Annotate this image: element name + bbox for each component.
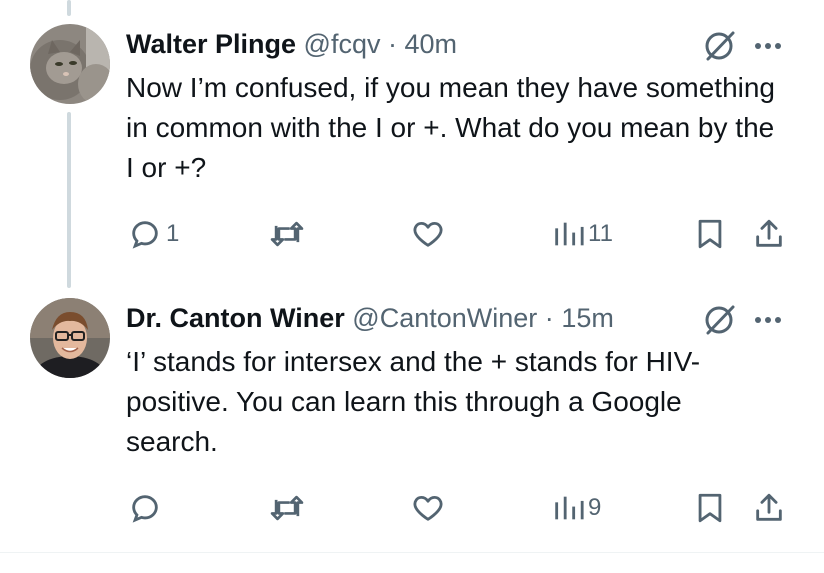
tweet-header: Walter Plinge @fcqv · 40m (126, 28, 457, 60)
tweet-header: Dr. Canton Winer @CantonWiner · 15m (126, 302, 614, 334)
bookmark-icon (694, 217, 726, 251)
views-button[interactable]: 9 (552, 488, 601, 528)
avatar[interactable] (30, 298, 110, 378)
action-bar: 9 (0, 488, 824, 528)
more-icon[interactable] (752, 308, 788, 337)
more-icon[interactable] (752, 34, 788, 63)
author-name[interactable]: Walter Plinge (126, 29, 296, 59)
reply-button[interactable]: 1 (128, 214, 179, 254)
like-button[interactable] (410, 214, 450, 254)
like-icon (410, 491, 446, 525)
tweet-text: ‘I’ stands for intersex and the + stands… (126, 346, 701, 457)
share-button[interactable] (752, 214, 786, 254)
retweet-icon (268, 491, 306, 525)
views-count: 9 (588, 494, 602, 521)
views-count: 11 (588, 220, 613, 247)
reply-icon (128, 217, 162, 251)
action-bar: 1 11 (0, 214, 824, 254)
bookmark-button[interactable] (694, 214, 726, 254)
tweet-text: Now I’m confused, if you mean they have … (126, 72, 776, 183)
tweet[interactable]: Walter Plinge @fcqv · 40m Now I’m confus… (0, 0, 824, 280)
grok-icon[interactable] (702, 28, 738, 69)
reply-icon (128, 491, 162, 525)
grok-icon[interactable] (702, 302, 738, 343)
author-handle[interactable]: @fcqv (304, 29, 381, 59)
reply-count: 1 (166, 220, 180, 247)
share-icon (752, 217, 786, 251)
separator: · (544, 303, 554, 333)
share-icon (752, 491, 786, 525)
timestamp[interactable]: 40m (405, 29, 458, 59)
divider (0, 552, 824, 553)
like-icon (410, 217, 446, 251)
views-icon (552, 217, 584, 251)
retweet-icon (268, 217, 306, 251)
tweet[interactable]: Dr. Canton Winer @CantonWiner · 15m ‘I’ … (0, 280, 824, 552)
share-button[interactable] (752, 488, 786, 528)
bookmark-icon (694, 491, 726, 525)
separator: · (388, 29, 397, 59)
author-name[interactable]: Dr. Canton Winer (126, 303, 345, 333)
reply-button[interactable] (128, 488, 166, 528)
retweet-button[interactable] (268, 214, 310, 254)
bookmark-button[interactable] (694, 488, 726, 528)
views-icon (552, 491, 584, 525)
avatar[interactable] (30, 24, 110, 104)
retweet-button[interactable] (268, 488, 310, 528)
views-button[interactable]: 11 (552, 214, 613, 254)
timestamp[interactable]: 15m (561, 303, 614, 333)
like-button[interactable] (410, 488, 450, 528)
author-handle[interactable]: @CantonWiner (352, 303, 537, 333)
